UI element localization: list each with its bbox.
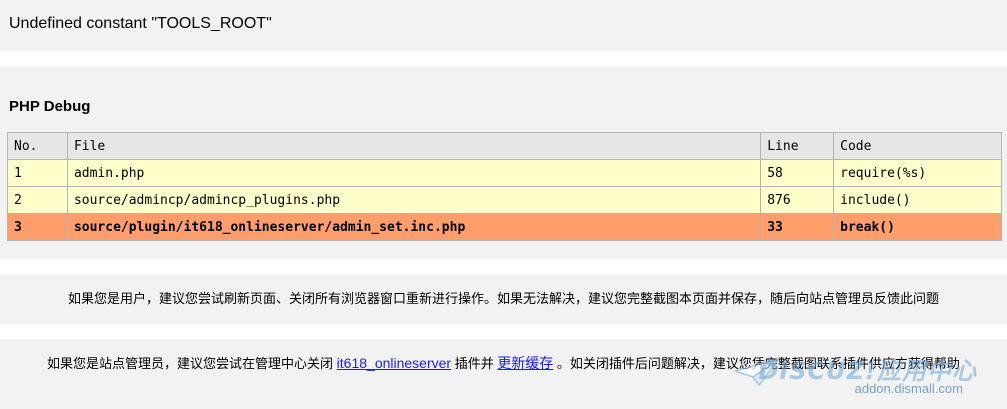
row-code: include() [833,186,1002,214]
php-debug-box: PHP Debug No. File Line Code 1 admin.php… [0,66,1007,259]
row-code: require(%s) [833,159,1002,187]
admin-tip-text-after: 。如关闭插件后问题解决，建议您凭完整截图联系插件供应方获得帮助 [553,356,960,371]
col-header-file: File [66,132,762,160]
admin-tip-text-before: 如果您是站点管理员，建议您尝试在管理中心关闭 [47,356,337,371]
col-header-code: Code [833,132,1002,160]
table-row: 2 source/admincp/admincp_plugins.php 876… [7,186,1002,214]
row-no: 3 [7,213,68,241]
table-header-row: No. File Line Code [7,132,1002,160]
user-tip-box: 如果您是用户，建议您尝试刷新页面、关闭所有浏览器窗口重新进行操作。如果无法解决，… [0,274,1007,324]
row-line: 33 [760,213,835,241]
table-row: 1 admin.php 58 require(%s) [7,159,1002,187]
debug-trace-table: No. File Line Code 1 admin.php 58 requir… [7,132,1002,241]
row-file: admin.php [66,159,762,187]
user-tip-text: 如果您是用户，建议您尝试刷新页面、关闭所有浏览器窗口重新进行操作。如果无法解决，… [67,291,939,306]
row-no: 1 [7,159,68,187]
col-header-no: No. [7,132,68,160]
error-message: Undefined constant "TOOLS_ROOT" [9,15,272,32]
admin-tip-box: 如果您是站点管理员，建议您尝试在管理中心关闭 it618_onlineserve… [0,339,1007,409]
admin-tip-text-mid: 插件并 [451,356,498,371]
debug-title: PHP Debug [9,98,91,115]
row-line: 876 [760,186,835,214]
col-header-line: Line [760,132,835,160]
update-cache-link[interactable]: 更新缓存 [497,355,553,371]
row-file: source/plugin/it618_onlineserver/admin_s… [66,213,762,241]
row-line: 58 [760,159,835,187]
error-box: Undefined constant "TOOLS_ROOT" [0,0,1007,51]
table-row-highlighted: 3 source/plugin/it618_onlineserver/admin… [7,213,1002,241]
row-file: source/admincp/admincp_plugins.php [66,186,762,214]
row-no: 2 [7,186,68,214]
row-code: break() [833,213,1002,241]
plugin-link[interactable]: it618_onlineserver [337,355,451,371]
